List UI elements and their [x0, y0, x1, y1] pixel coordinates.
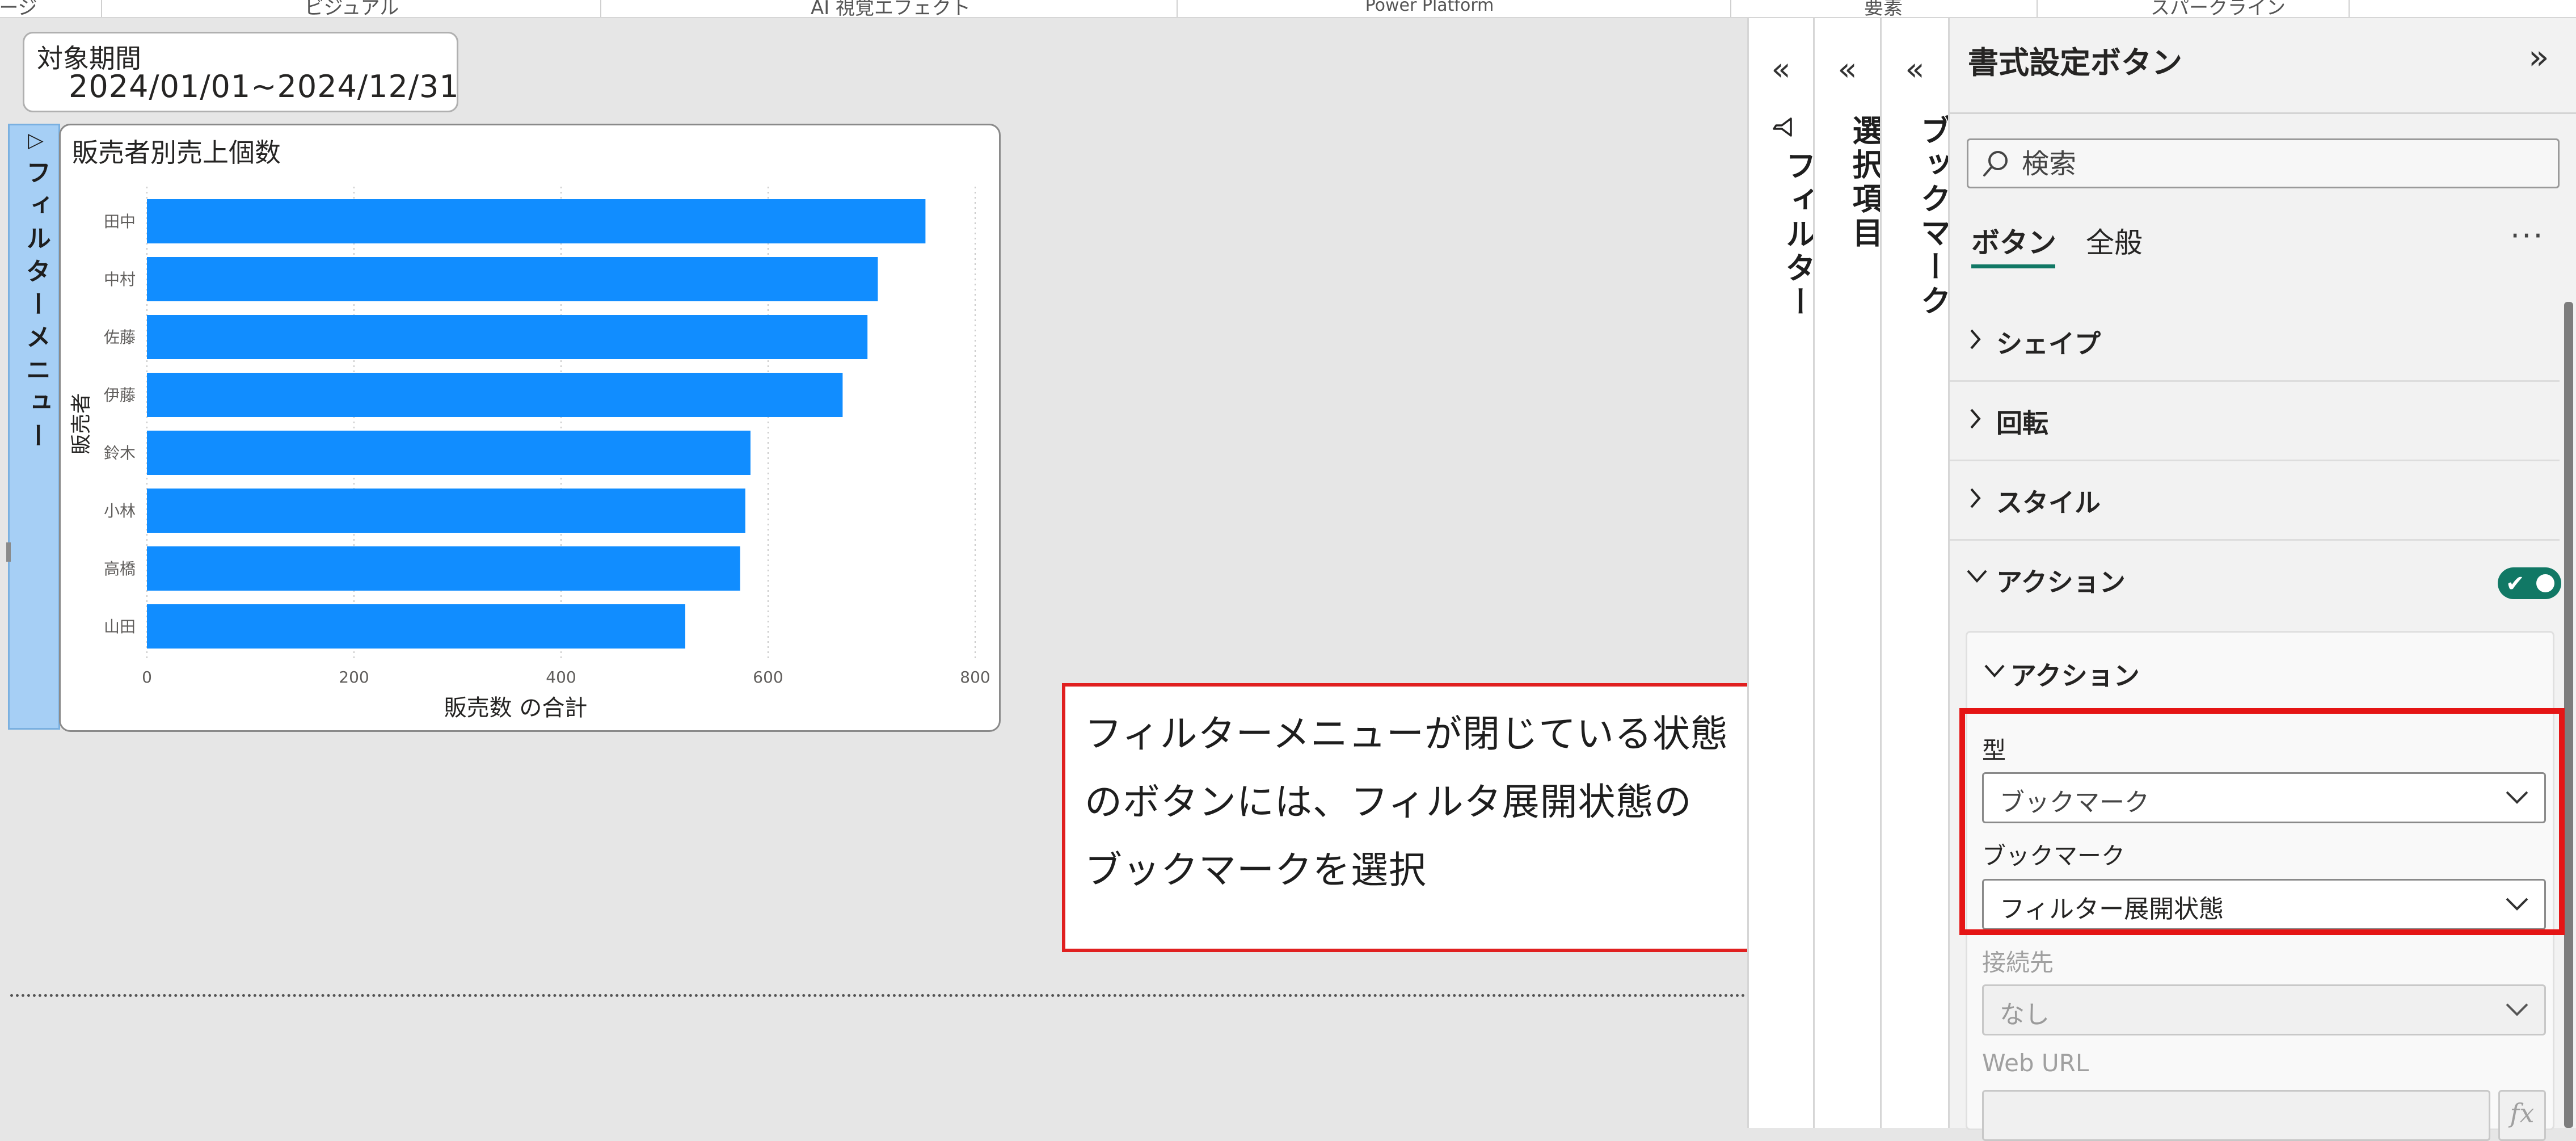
search-input[interactable] [2021, 146, 2533, 182]
callout-line-3: ブックマークを選択 [1085, 848, 1427, 892]
chevron-down-icon [2506, 1003, 2528, 1016]
callout-line-2: のボタンには、フィルタ展開状態の [1085, 780, 1692, 824]
period-card[interactable]: 対象期間 2024/01/01~2024/12/31 ... [23, 32, 459, 134]
y-tick-label: 伊藤 [104, 386, 136, 405]
bar[interactable] [147, 431, 751, 475]
y-tick-label: 小林 [104, 502, 136, 520]
action-toggle[interactable]: ✔ [2498, 567, 2561, 599]
y-tick-label: 鈴木 [104, 444, 136, 462]
bar[interactable] [147, 257, 878, 301]
chart-title: 販売者別売上個数 [72, 137, 281, 168]
selection-pane-label: 選択項目 [1847, 115, 1883, 251]
ribbon-tab-page[interactable]: ページ [0, 0, 51, 17]
more-options-icon[interactable]: ··· [2510, 218, 2545, 254]
bar[interactable] [147, 546, 740, 591]
search-box[interactable] [1967, 138, 2560, 188]
search-icon [1983, 151, 2008, 176]
highlight-box [1959, 708, 2565, 935]
collapse-chevron-icon[interactable]: » [2528, 37, 2549, 77]
ribbon-tab-sparkline[interactable]: スパークライン [2133, 0, 2303, 17]
chevron-right-icon [1970, 488, 1981, 508]
y-axis-title: 販売者 [70, 393, 93, 454]
tab-general[interactable]: 全般 [2086, 220, 2143, 261]
period-value: 2024/01/01~2024/12/31 [69, 69, 459, 104]
bookmark-pane-collapsed[interactable]: « ブックマーク [1880, 18, 1951, 1128]
expand-chevron-icon[interactable]: « [1815, 51, 1880, 88]
filter-menu-label: フィルターメニュー [22, 159, 50, 456]
weburl-label: Web URL [1982, 1049, 2089, 1077]
section-style[interactable]: スタイル [1950, 460, 2560, 541]
filter-menu-button[interactable]: ▷ フィルターメニュー [6, 124, 64, 730]
format-pane: 書式設定ボタン » ボタン 全般 ··· シェイプ 回転 スタイル アクション … [1948, 18, 2576, 1141]
ribbon-tab-ai-visuals[interactable]: AI 視覚エフェクト [766, 0, 1015, 17]
check-icon: ✔ [2506, 571, 2525, 597]
y-tick-label: 中村 [104, 270, 136, 289]
x-tick-label: 0 [142, 668, 152, 687]
fx-button: fx [2498, 1090, 2546, 1141]
destination-dropdown: なし [1982, 984, 2546, 1035]
filter-icon [1773, 117, 1792, 137]
section-rotation[interactable]: 回転 [1950, 380, 2560, 461]
divider [1950, 112, 2576, 114]
ribbon-tab-power-platform[interactable]: Power Platform [1344, 0, 1515, 17]
x-tick-label: 800 [960, 668, 990, 687]
expand-chevron-icon[interactable]: « [1749, 51, 1813, 88]
chevron-down-icon[interactable] [1982, 660, 2007, 683]
bar-chart-visual[interactable]: 0 200 400 600 800 田中 中村 佐藤 伊藤 鈴木 小林 高橋 山田 販売数 の合計 販売者 … [59, 124, 1001, 732]
y-tick-label: 山田 [104, 617, 136, 636]
filter-pane-label: フィルター [1780, 150, 1816, 320]
bar-chart-svg: 0 200 400 600 800 田中中村佐藤伊藤鈴木小林高橋山田販売数 の合計 販売者 [70, 187, 990, 721]
section-shape[interactable]: シェイプ [1950, 301, 2560, 382]
ribbon-tab-strip: ページ ビジュアル AI 視覚エフェクト Power Platform 要素 ス… [0, 0, 2576, 18]
callout-line-1: フィルターメニューが閉じている状態 [1085, 712, 1729, 756]
x-axis-title: 販売数 の合計 [444, 695, 588, 721]
action-card-title: アクション [2010, 660, 2140, 691]
bar[interactable] [147, 315, 868, 359]
play-arrow-icon: ▷ [28, 129, 44, 152]
format-pane-title: 書式設定ボタン [1968, 45, 2182, 81]
destination-dropdown-value: なし [2000, 1000, 2050, 1029]
x-tick-label: 400 [546, 668, 576, 687]
bar[interactable] [147, 489, 745, 533]
destination-label: 接続先 [1982, 949, 2054, 976]
chevron-right-icon [1970, 409, 1981, 429]
y-tick-label: 高橋 [104, 559, 136, 578]
x-tick-label: 600 [753, 668, 783, 687]
ribbon-separator [1177, 0, 1178, 17]
ribbon-separator [1730, 0, 1731, 17]
chevron-right-icon [1970, 329, 1981, 350]
filter-pane-collapsed[interactable]: « フィルター [1747, 18, 1816, 1128]
bar[interactable] [147, 199, 926, 243]
tab-button[interactable]: ボタン [1971, 220, 2056, 261]
active-tab-indicator [1971, 264, 2055, 268]
annotation-callout: フィルターメニューが閉じている状態 のボタンには、フィルタ展開状態の ブックマー… [1062, 683, 1846, 952]
y-tick-label: 田中 [104, 212, 136, 231]
x-tick-label: 200 [339, 668, 369, 687]
ribbon-separator [101, 0, 102, 17]
resize-handle[interactable] [6, 542, 11, 562]
section-label: スタイル [1996, 487, 2101, 518]
y-tick-label: 佐藤 [104, 328, 136, 347]
bookmark-pane-label: ブックマーク [1915, 115, 1951, 319]
chevron-down-icon [1967, 570, 1987, 583]
ribbon-separator [2037, 0, 2038, 17]
ribbon-separator [600, 0, 601, 17]
section-label: シェイプ [1996, 329, 2101, 359]
scrollbar[interactable] [2564, 302, 2573, 1128]
ribbon-tab-elements[interactable]: 要素 [1844, 0, 1923, 17]
bar[interactable] [147, 604, 685, 649]
section-action[interactable]: アクション ✔ [1950, 539, 2561, 618]
expand-chevron-icon[interactable]: « [1882, 51, 1948, 88]
weburl-input [1982, 1090, 2490, 1141]
ribbon-separator [2349, 0, 2350, 17]
section-label: アクション [1996, 567, 2126, 597]
page-boundary-line [10, 994, 1746, 997]
selection-pane-collapsed[interactable]: « 選択項目 [1813, 18, 1883, 1128]
toggle-knob [2536, 574, 2554, 592]
bar[interactable] [147, 373, 843, 417]
section-label: 回転 [1996, 408, 2048, 439]
ribbon-tab-visual[interactable]: ビジュアル [250, 0, 454, 17]
